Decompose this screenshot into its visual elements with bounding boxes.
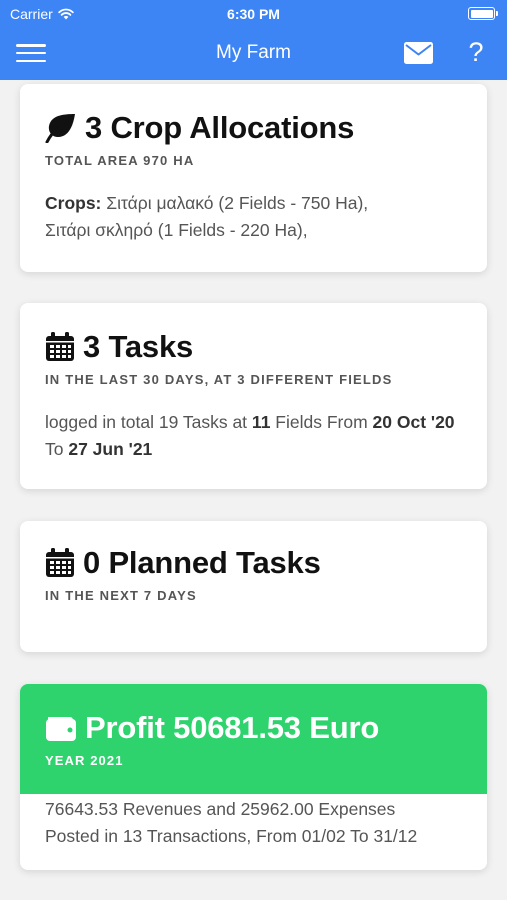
card-header: 3 Tasks: [45, 329, 462, 365]
app-header: Carrier 6:30 PM My Farm ?: [0, 0, 507, 80]
crop-allocations-title: 3 Crop Allocations: [85, 110, 355, 145]
card-header: Profit 50681.53 Euro: [45, 710, 462, 746]
calendar-icon: [46, 548, 74, 577]
navbar: My Farm ?: [0, 30, 507, 76]
leaf-icon: [45, 114, 75, 143]
status-time: 6:30 PM: [227, 6, 280, 22]
battery-level: [470, 9, 493, 18]
card-header: 0 Planned Tasks: [45, 545, 462, 581]
crops-label: Crops:: [45, 193, 102, 213]
profit-body-line-2: Posted in 13 Transactions, From 01/02 To…: [45, 826, 418, 846]
crop-allocations-card[interactable]: 3 Crop Allocations TOTAL AREA 970 HA Cro…: [20, 84, 487, 272]
mail-icon[interactable]: [404, 42, 433, 64]
tasks-body-middle: Fields From: [275, 412, 368, 432]
tasks-fields-count: 11: [251, 412, 271, 432]
tasks-title: 3 Tasks: [83, 329, 194, 364]
crops-list: Σιτάρι μαλακό (2 Fields - 750 Ha),: [106, 193, 369, 213]
status-bar: Carrier 6:30 PM: [0, 0, 507, 30]
wallet-icon: [46, 717, 76, 741]
profit-header: Profit 50681.53 Euro YEAR 2021: [20, 684, 487, 794]
tasks-date-from: 20 Oct '20: [372, 412, 455, 432]
calendar-icon: [46, 332, 74, 361]
help-button[interactable]: ?: [464, 36, 488, 68]
tasks-body-prefix: logged in total 19 Tasks at: [45, 412, 248, 432]
battery-icon: [468, 7, 498, 20]
profit-body-line-1: 76643.53 Revenues and 25962.00 Expenses: [45, 799, 396, 819]
card-header: 3 Crop Allocations: [45, 110, 462, 146]
tasks-subtitle: IN THE LAST 30 DAYS, AT 3 DIFFERENT FIEL…: [45, 372, 393, 387]
crop-allocations-subtitle: TOTAL AREA 970 HA: [45, 153, 195, 168]
tasks-body: logged in total 19 Tasks at 11 Fields Fr…: [45, 409, 462, 463]
planned-tasks-card[interactable]: 0 Planned Tasks IN THE NEXT 7 DAYS: [20, 521, 487, 652]
profit-card[interactable]: Profit 50681.53 Euro YEAR 2021 76643.53 …: [20, 684, 487, 870]
profit-body: 76643.53 Revenues and 25962.00 Expenses …: [20, 794, 487, 850]
tasks-body-to: To: [45, 439, 64, 459]
planned-tasks-title: 0 Planned Tasks: [83, 545, 321, 580]
profit-subtitle: YEAR 2021: [45, 753, 124, 768]
crops-list-line-2: Σιτάρι σκληρό (1 Fields - 220 Ha),: [45, 220, 308, 240]
tasks-date-to: 27 Jun '21: [68, 439, 153, 459]
profit-title: Profit 50681.53 Euro: [85, 710, 380, 745]
crop-allocations-body: Crops: Σιτάρι μαλακό (2 Fields - 750 Ha)…: [45, 190, 462, 244]
tasks-card[interactable]: 3 Tasks IN THE LAST 30 DAYS, AT 3 DIFFER…: [20, 303, 487, 489]
planned-tasks-subtitle: IN THE NEXT 7 DAYS: [45, 588, 197, 603]
